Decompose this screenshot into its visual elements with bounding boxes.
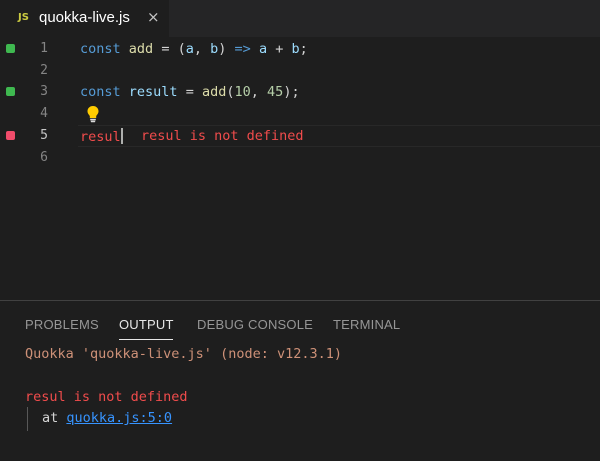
close-icon[interactable]: × [147,8,160,26]
line-number: 1 [40,41,48,56]
code-line-current: 5 resul resul is not defined [0,125,600,147]
editor-tab[interactable]: JS quokka-live.js × [0,0,169,37]
stack-prefix: at [42,410,67,426]
tab-terminal[interactable]: TERMINAL [333,317,400,332]
inline-error-message: resul is not defined [141,128,304,144]
quokka-error-marker [6,131,15,140]
code-line: 2 [0,60,600,82]
tab-problems[interactable]: PROBLEMS [25,317,99,332]
code-text: const add = (a, b) => a + b; [80,41,308,57]
output-error-message: resul is not defined [25,389,188,405]
code-editor[interactable]: 1 const add = (a, b) => a + b; 2 3 const… [0,37,600,300]
quokka-success-marker [6,87,15,96]
line-number: 5 [40,128,48,143]
code-line: 4 [0,103,600,125]
code-line: 3 const result = add(10, 45); [0,81,600,103]
code-text: resul [80,128,123,145]
line-number: 6 [40,150,48,165]
stack-trace-guide [27,407,28,431]
quokka-success-marker [6,44,15,53]
javascript-file-icon: JS [18,12,29,23]
tab-label: quokka-live.js [39,9,130,26]
active-tab-indicator [119,339,173,340]
bottom-panel: PROBLEMS OUTPUT DEBUG CONSOLE TERMINAL Q… [0,300,600,461]
line-number: 4 [40,106,48,121]
code-text: const result = add(10, 45); [80,84,300,100]
stack-trace-link[interactable]: quokka.js:5:0 [66,410,172,426]
code-line: 6 [0,147,600,169]
output-title: Quokka 'quokka-live.js' (node: v12.3.1) [25,346,342,362]
line-number: 2 [40,63,48,78]
stack-trace-line: at quokka.js:5:0 [42,410,172,426]
tab-debug-console[interactable]: DEBUG CONSOLE [197,317,313,332]
code-line: 1 const add = (a, b) => a + b; [0,38,600,60]
line-number: 3 [40,84,48,99]
tab-bar: JS quokka-live.js × [0,0,600,37]
text-cursor [120,128,123,144]
tab-output[interactable]: OUTPUT [119,317,174,332]
lightbulb-icon[interactable] [86,105,100,127]
